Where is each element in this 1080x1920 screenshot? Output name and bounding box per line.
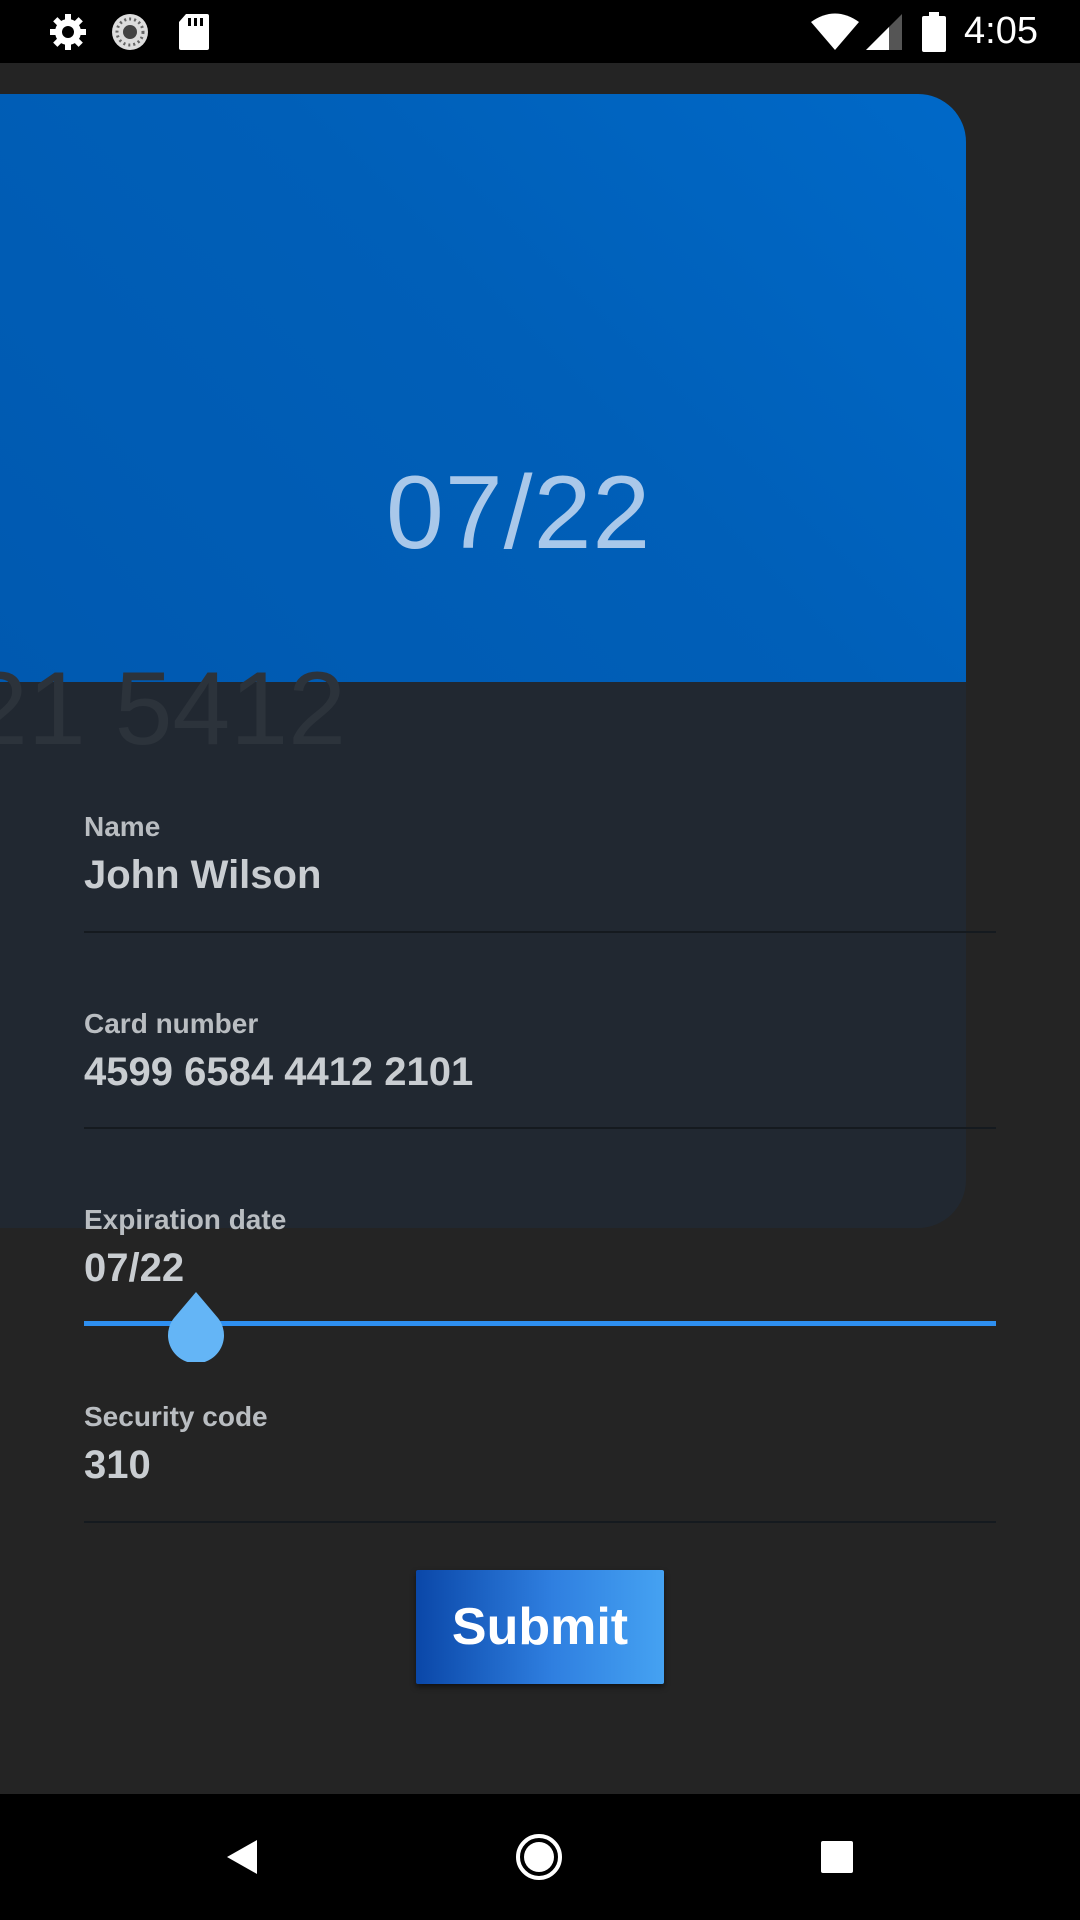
security-code-underline xyxy=(84,1521,996,1523)
card-number-input[interactable]: 4599 6584 4412 2101 xyxy=(84,1050,473,1095)
card-number-preview: 21 5412 xyxy=(0,651,346,767)
card-front-top: 07/22 xyxy=(0,94,966,682)
name-label: Name xyxy=(84,811,161,842)
wifi-icon xyxy=(808,0,862,63)
navigation-bar xyxy=(0,1794,1080,1920)
expiration-field[interactable]: Expiration date 07/22 xyxy=(84,1204,996,1304)
expiration-label: Expiration date xyxy=(84,1204,287,1235)
security-code-label: Security code xyxy=(84,1401,268,1432)
cursor-handle[interactable] xyxy=(166,1290,226,1364)
expiration-input[interactable]: 07/22 xyxy=(84,1246,184,1291)
clock: 4:05 xyxy=(964,10,1038,52)
status-bar: 4:05 xyxy=(0,0,1080,63)
card-number-field[interactable]: Card number 4599 6584 4412 2101 xyxy=(84,1008,996,1132)
battery-icon xyxy=(920,0,948,63)
name-field[interactable]: Name John Wilson xyxy=(84,811,996,935)
signal-icon xyxy=(864,0,904,63)
back-icon[interactable] xyxy=(182,1794,302,1920)
card-expiry: 07/22 xyxy=(386,455,652,571)
security-code-field[interactable]: Security code 310 xyxy=(84,1401,996,1525)
sync-icon xyxy=(108,0,152,63)
home-icon[interactable] xyxy=(479,1794,599,1920)
name-underline xyxy=(84,931,996,933)
recents-icon[interactable] xyxy=(777,1794,897,1920)
sd-card-icon xyxy=(176,0,212,63)
gear-icon xyxy=(46,0,90,63)
card-number-label: Card number xyxy=(84,1008,259,1039)
security-code-input[interactable]: 310 xyxy=(84,1443,151,1488)
submit-button[interactable]: Submit xyxy=(416,1570,664,1684)
name-input[interactable]: John Wilson xyxy=(84,853,321,898)
card-number-underline xyxy=(84,1127,996,1129)
